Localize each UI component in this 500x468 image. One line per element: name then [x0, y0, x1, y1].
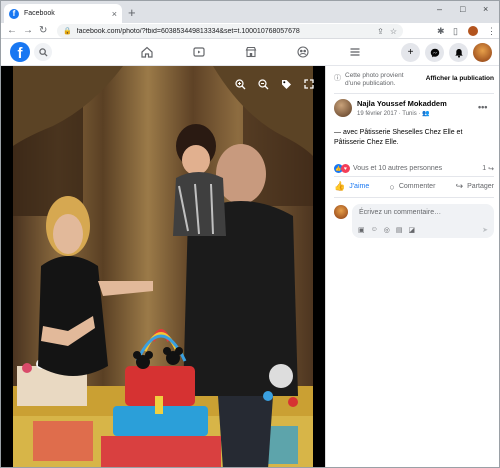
post-date-location[interactable]: 19 février 2017 · Tunis ·	[357, 111, 422, 117]
thumbs-up-icon: 👍	[334, 181, 346, 191]
comment-label: Commenter	[398, 183, 436, 190]
tab-title: Facebook	[24, 10, 55, 17]
author-avatar[interactable]	[334, 99, 352, 117]
divider	[334, 176, 494, 177]
comment-tools: ▣ ☺ ◎ ▤ ◪	[358, 226, 421, 234]
camera-icon[interactable]: ◎	[384, 226, 390, 234]
gif-icon[interactable]: ▤	[396, 226, 403, 234]
divider	[334, 93, 494, 94]
avatar-sticker-icon[interactable]: ▣	[358, 226, 365, 234]
notifications-icon[interactable]	[449, 43, 468, 62]
maximize-button[interactable]: □	[460, 4, 465, 14]
like-button[interactable]: 👍 J'aime	[334, 181, 369, 192]
browser-window: f Facebook × + – □ × ← → ↻ 🔒 facebook.co…	[0, 0, 500, 468]
more-options-icon[interactable]: •••	[478, 102, 487, 112]
profile-avatar-icon[interactable]	[468, 26, 478, 36]
comment-composer: Écrivez un commentaire… ▣ ☺ ◎ ▤ ◪ ➤	[334, 204, 494, 238]
send-icon[interactable]: ➤	[482, 226, 488, 234]
marketplace-icon[interactable]	[245, 46, 257, 61]
comment-icon: ○	[389, 181, 395, 192]
tab-close-icon[interactable]: ×	[112, 9, 117, 19]
share-count-icon: ↪	[488, 165, 494, 173]
post-sidebar: ⓘ Cette photo provient d'une publication…	[325, 66, 499, 467]
address-bar[interactable]: 🔒 facebook.com/photo/?fbid=6038534498133…	[57, 24, 403, 38]
bookmark-star-icon[interactable]: ☆	[390, 27, 397, 36]
reactions-bar: 👍 ♥ Vous et 10 autres personnes 1 ↪	[334, 164, 494, 173]
comment-button[interactable]: ○ Commenter	[389, 181, 435, 192]
sticker-icon[interactable]: ◪	[409, 226, 416, 234]
search-icon[interactable]	[34, 43, 52, 61]
address-toolbar: ← → ↻ 🔒 facebook.com/photo/?fbid=6038534…	[1, 23, 499, 39]
photo-viewer	[1, 66, 325, 467]
zoom-in-icon[interactable]	[231, 75, 249, 93]
like-label: J'aime	[349, 183, 370, 190]
tab-facebook[interactable]: f Facebook ×	[4, 4, 122, 23]
reactions-count[interactable]: Vous et 10 autres personnes	[353, 165, 482, 172]
post-actions: 👍 J'aime ○ Commenter ↪ Partager	[334, 181, 494, 192]
comment-placeholder: Écrivez un commentaire…	[359, 209, 442, 216]
divider	[334, 197, 494, 198]
messenger-icon[interactable]	[425, 43, 444, 62]
reload-icon[interactable]: ↻	[39, 25, 47, 36]
fullscreen-icon[interactable]	[300, 75, 318, 93]
extensions-puzzle-icon[interactable]: ✱	[437, 26, 445, 37]
view-post-link[interactable]: Afficher la publication	[426, 75, 494, 82]
side-panel-icon[interactable]: ▯	[453, 26, 458, 37]
notice-text: Cette photo provient d'une publication.	[345, 72, 404, 87]
groups-icon[interactable]	[297, 46, 309, 61]
user-avatar[interactable]	[334, 205, 348, 219]
emoji-icon[interactable]: ☺	[371, 226, 378, 234]
browser-menu-icon[interactable]: ⋮	[487, 26, 496, 37]
forward-icon[interactable]: →	[23, 25, 33, 36]
post-caption: — avec Pâtisserie Sheselles Chez Elle et…	[334, 129, 463, 146]
create-icon[interactable]: +	[401, 43, 420, 62]
audience-friends-icon[interactable]: 👥	[422, 111, 429, 117]
info-icon: ⓘ	[334, 75, 341, 82]
back-icon[interactable]: ←	[7, 25, 17, 36]
account-avatar[interactable]	[473, 43, 492, 62]
new-tab-button[interactable]: +	[128, 5, 136, 20]
home-icon[interactable]	[141, 46, 153, 61]
facebook-favicon-icon: f	[9, 8, 19, 19]
post-meta: 19 février 2017 · Tunis · 👥	[357, 110, 447, 117]
url-text[interactable]: facebook.com/photo/?fbid=603853449813334…	[77, 28, 371, 35]
tag-icon[interactable]	[277, 75, 295, 93]
author-name[interactable]: Najla Youssef Mokaddem	[357, 99, 447, 108]
post-author: Najla Youssef Mokaddem 19 février 2017 ·…	[334, 99, 447, 117]
tab-strip: f Facebook × + – □ ×	[1, 1, 499, 23]
zoom-out-icon[interactable]	[254, 75, 272, 93]
share-label: Partager	[467, 183, 494, 190]
share-page-icon[interactable]: ⇪	[377, 27, 384, 36]
menu-icon[interactable]	[349, 46, 361, 61]
comment-input[interactable]: Écrivez un commentaire… ▣ ☺ ◎ ▤ ◪ ➤	[352, 204, 494, 238]
share-button[interactable]: ↪ Partager	[456, 181, 494, 192]
facebook-logo[interactable]: f	[10, 42, 30, 62]
minimize-button[interactable]: –	[437, 4, 442, 14]
close-window-button[interactable]: ×	[483, 4, 488, 14]
post-source-notice: ⓘ Cette photo provient d'une publication…	[334, 72, 494, 88]
share-icon: ↪	[455, 181, 464, 191]
love-reaction-icon[interactable]: ♥	[341, 164, 350, 173]
facebook-top-nav: f +	[1, 40, 499, 66]
post-photo[interactable]	[13, 66, 313, 467]
shares-count[interactable]: 1	[482, 165, 486, 172]
lock-icon[interactable]: 🔒	[63, 27, 72, 35]
watch-icon[interactable]	[193, 46, 205, 61]
